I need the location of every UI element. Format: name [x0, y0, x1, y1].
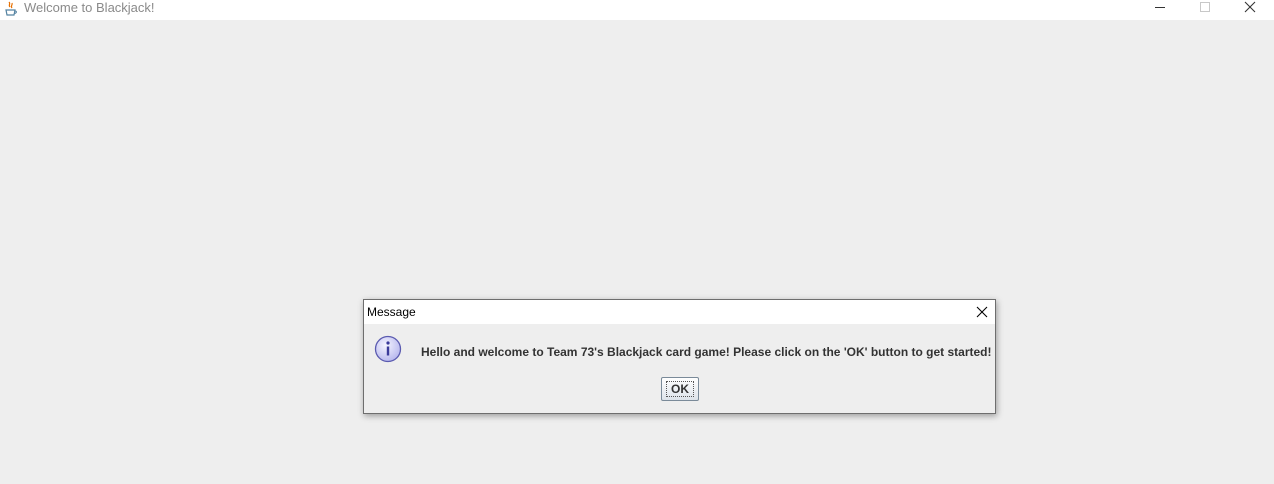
minimize-button[interactable]	[1138, 0, 1182, 16]
message-dialog: Message Hello and welcome to Team 73's B…	[363, 299, 996, 414]
window-titlebar[interactable]: Welcome to Blackjack!	[0, 0, 1274, 20]
close-icon	[976, 306, 988, 318]
java-icon	[4, 1, 18, 17]
dialog-message: Hello and welcome to Team 73's Blackjack…	[421, 345, 992, 359]
maximize-icon	[1200, 2, 1210, 12]
dialog-close-button[interactable]	[971, 304, 993, 320]
ok-button-label: OK	[666, 381, 694, 397]
ok-button[interactable]: OK	[661, 377, 699, 401]
window-title: Welcome to Blackjack!	[24, 0, 155, 15]
dialog-titlebar[interactable]: Message	[364, 300, 995, 324]
dialog-title: Message	[367, 305, 416, 319]
minimize-icon	[1155, 7, 1165, 8]
close-window-button[interactable]	[1228, 0, 1272, 16]
main-window: Welcome to Blackjack! Message Hello and …	[0, 0, 1274, 484]
close-icon	[1244, 1, 1256, 13]
info-icon	[373, 334, 403, 364]
maximize-button[interactable]	[1183, 0, 1227, 16]
